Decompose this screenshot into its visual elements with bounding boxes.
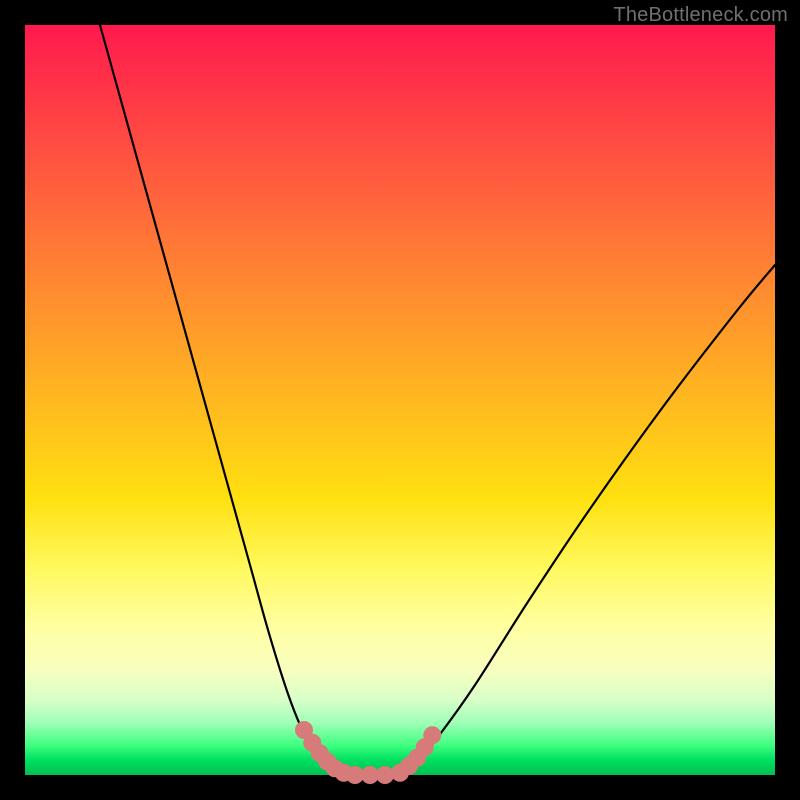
- watermark-text: TheBottleneck.com: [613, 4, 788, 27]
- valley-marker-dot: [423, 726, 441, 744]
- valley-dot-group: [295, 721, 441, 784]
- curve-line: [100, 25, 775, 776]
- bottleneck-curve: [25, 25, 775, 775]
- chart-plot-area: [25, 25, 775, 775]
